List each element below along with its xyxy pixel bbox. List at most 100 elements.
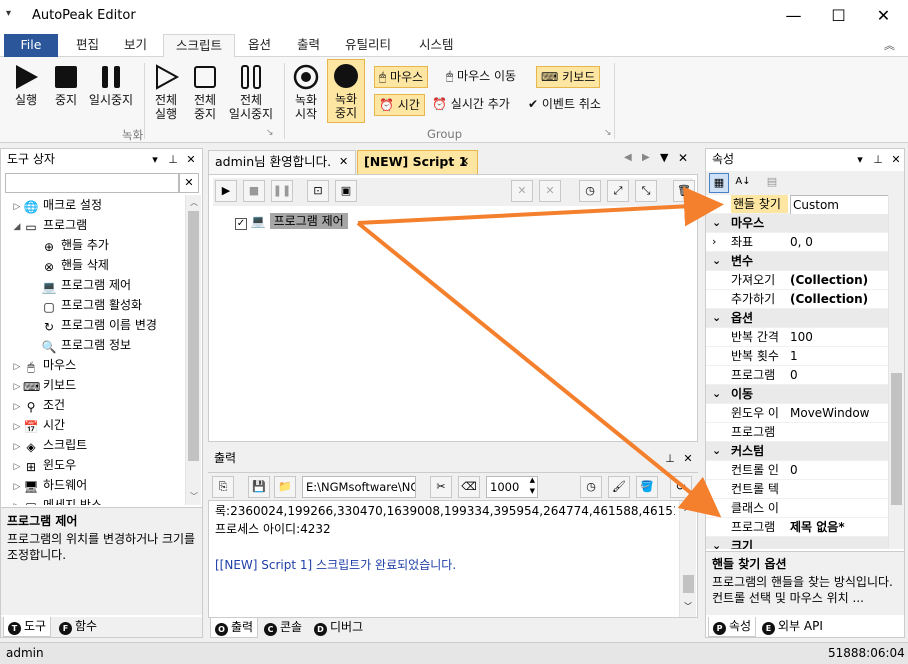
property-row[interactable]: 프로그램 — [706, 423, 888, 442]
scroll-thumb[interactable] — [683, 575, 694, 593]
property-category[interactable]: ⌄ 커스텀 — [706, 442, 888, 461]
expand-icon[interactable]: ⤢ — [607, 180, 629, 202]
tab-close-icon[interactable]: ✕ — [339, 151, 348, 173]
tab-close-icon[interactable]: ✕ — [460, 151, 469, 173]
step-into-button[interactable]: ⊡ — [307, 180, 329, 202]
scroll-down-icon[interactable]: ﹀ — [190, 491, 198, 502]
folder-icon[interactable]: 📁 — [274, 476, 296, 498]
refresh-icon[interactable]: ⟳ — [670, 476, 692, 498]
paint-bucket-icon[interactable]: 🪣 — [636, 476, 658, 498]
tab-welcome[interactable]: admin님 환영합니다. ✕ — [208, 150, 356, 174]
save-icon[interactable]: 💾 — [248, 476, 270, 498]
property-category[interactable]: ⌄ 이동 — [706, 385, 888, 404]
tab-output-log[interactable]: O 출력 — [210, 618, 259, 638]
property-row[interactable]: 컨트롤 인 0 — [706, 461, 888, 480]
expander-icon[interactable]: ⌄ — [712, 309, 721, 327]
property-row[interactable]: 추가하기 (Collection) — [706, 290, 888, 309]
stepper-arrows-icon[interactable]: ▲ ▼ — [530, 475, 535, 497]
tab-system[interactable]: 시스템 — [407, 34, 466, 57]
group-launcher-icon[interactable]: ↘ — [266, 128, 274, 138]
property-row[interactable]: 윈도우 이 MoveWindow — [706, 404, 888, 423]
toolbox-item[interactable]: ▷ ⊞ 윈도우 — [1, 455, 185, 475]
log-path-field[interactable]: E:\NGMsoftware\NG — [302, 476, 416, 498]
pin-icon[interactable]: ⊥ — [165, 149, 181, 171]
quick-access-icon[interactable]: ▾ — [6, 8, 11, 19]
property-row[interactable]: 반복 간격 100 — [706, 328, 888, 347]
eraser-icon[interactable]: ⌫ — [458, 476, 480, 498]
property-row[interactable]: 프로그램 0 — [706, 366, 888, 385]
toolbox-item[interactable]: ⊗ 핸들 삭제 — [1, 255, 185, 275]
property-category[interactable]: ⌄ 마우스 — [706, 214, 888, 233]
event-cancel-toggle[interactable]: ✔ 이벤트 취소 — [524, 94, 605, 116]
keyboard-record-toggle[interactable]: ⌨ 키보드 — [536, 66, 601, 88]
toolbox-item[interactable]: 🔍 프로그램 정보 — [1, 335, 185, 355]
toolbox-item[interactable]: ▷ 📅 시간 — [1, 415, 185, 435]
script-pause-button[interactable]: ❚❚ — [271, 180, 293, 202]
delete-disabled-button[interactable]: ✕ — [511, 180, 533, 202]
tab-view[interactable]: 보기 — [112, 34, 159, 57]
clock-icon[interactable]: ◷ — [580, 476, 602, 498]
property-value[interactable]: (Collection) — [790, 290, 888, 308]
property-row[interactable]: 프로그램 제목 없음* — [706, 518, 888, 537]
property-pages-icon[interactable]: ▤ — [762, 173, 782, 193]
panel-close-icon[interactable]: ✕ — [888, 149, 904, 171]
toolbox-item[interactable]: ◢ ▭ 프로그램 — [1, 215, 185, 235]
expander-icon[interactable]: ⌄ — [712, 537, 721, 549]
property-value[interactable]: 1 — [790, 347, 888, 365]
checkbox-icon[interactable]: ✓ — [235, 218, 247, 230]
tab-debug[interactable]: D 디버그 — [310, 618, 367, 638]
clear-disabled-button[interactable]: ✕ — [539, 180, 561, 202]
toolbox-item[interactable]: 💻 프로그램 제어 — [1, 275, 185, 295]
step-over-button[interactable]: ▣ — [335, 180, 357, 202]
pin-icon[interactable]: ⊥ — [870, 149, 886, 171]
script-tree-item[interactable]: ✓ 💻 프로그램 제어 — [235, 212, 348, 230]
scroll-thumb[interactable] — [891, 373, 902, 505]
tab-script-1[interactable]: [NEW] Script 1 ✕ — [357, 150, 478, 174]
property-value[interactable]: 제목 없음* — [790, 518, 888, 536]
time-record-toggle[interactable]: ⏰ 시간 — [374, 94, 425, 116]
pause-all-button[interactable]: 전체 일시중지 — [226, 61, 276, 121]
scroll-up-icon[interactable]: ︿ — [190, 197, 198, 208]
mouse-record-toggle[interactable]: 🖱 마우스 — [374, 66, 429, 88]
clean-icon[interactable]: ✂ — [430, 476, 452, 498]
brush-icon[interactable]: 🖌 — [608, 476, 630, 498]
timer-icon[interactable]: ◷ — [579, 180, 601, 202]
new-log-icon[interactable]: ⎘ — [212, 476, 234, 498]
property-row[interactable]: 클래스 이 — [706, 499, 888, 518]
doc-close-icon[interactable]: ✕ — [678, 151, 688, 165]
toolbox-item[interactable]: ⊕ 핸들 추가 — [1, 235, 185, 255]
run-all-button[interactable]: 전체 실행 — [148, 61, 184, 121]
panel-close-icon[interactable]: ✕ — [183, 149, 199, 171]
expander-icon[interactable]: ▷ — [11, 417, 23, 437]
toolbox-search-input[interactable] — [5, 173, 179, 193]
mouse-move-toggle[interactable]: 🖱 마우스 이동 — [442, 66, 520, 88]
property-category[interactable]: ⌄ 변수 — [706, 252, 888, 271]
toolbox-item[interactable]: ▷ ◈ 스크립트 — [1, 435, 185, 455]
toolbox-scrollbar[interactable]: ︿ ﹀ — [185, 195, 201, 505]
scroll-down-icon[interactable]: ﹀ — [684, 601, 692, 612]
script-run-button[interactable]: ▶ — [215, 180, 237, 202]
expander-icon[interactable]: ▷ — [11, 397, 23, 417]
expander-icon[interactable]: ▷ — [11, 377, 23, 397]
expander-icon[interactable]: ▷ — [11, 357, 23, 377]
property-value[interactable]: 0 — [790, 461, 888, 479]
expander-icon[interactable]: ⌄ — [712, 442, 721, 460]
property-category[interactable]: ⌄ 크기 — [706, 537, 888, 549]
tab-list-icon[interactable]: ▼ — [660, 151, 668, 164]
property-value[interactable]: (Collection) — [790, 271, 888, 289]
scroll-thumb[interactable] — [188, 211, 199, 461]
stop-all-button[interactable]: 전체 중지 — [187, 61, 223, 121]
tab-script[interactable]: 스크립트 — [163, 34, 236, 58]
toolbox-item[interactable]: ▷ 🌐 매크로 설정 — [1, 195, 185, 215]
script-stop-button[interactable]: ■ — [243, 180, 265, 202]
collapse-ribbon-icon[interactable]: ︽ — [884, 37, 895, 53]
property-category[interactable]: ⌄ 옵션 — [706, 309, 888, 328]
toolbox-item[interactable]: ▢ 프로그램 활성화 — [1, 295, 185, 315]
collapse-icon[interactable]: ⤡ — [635, 180, 657, 202]
property-value[interactable]: 100 — [790, 328, 888, 346]
expander-icon[interactable]: ▷ — [11, 477, 23, 497]
pause-button[interactable]: 일시중지 — [86, 61, 136, 107]
toolbox-item[interactable]: ▷ 🖥 하드웨어 — [1, 475, 185, 495]
maximize-button[interactable]: ☐ — [816, 0, 861, 32]
sort-az-icon[interactable]: A↓ — [733, 173, 753, 193]
